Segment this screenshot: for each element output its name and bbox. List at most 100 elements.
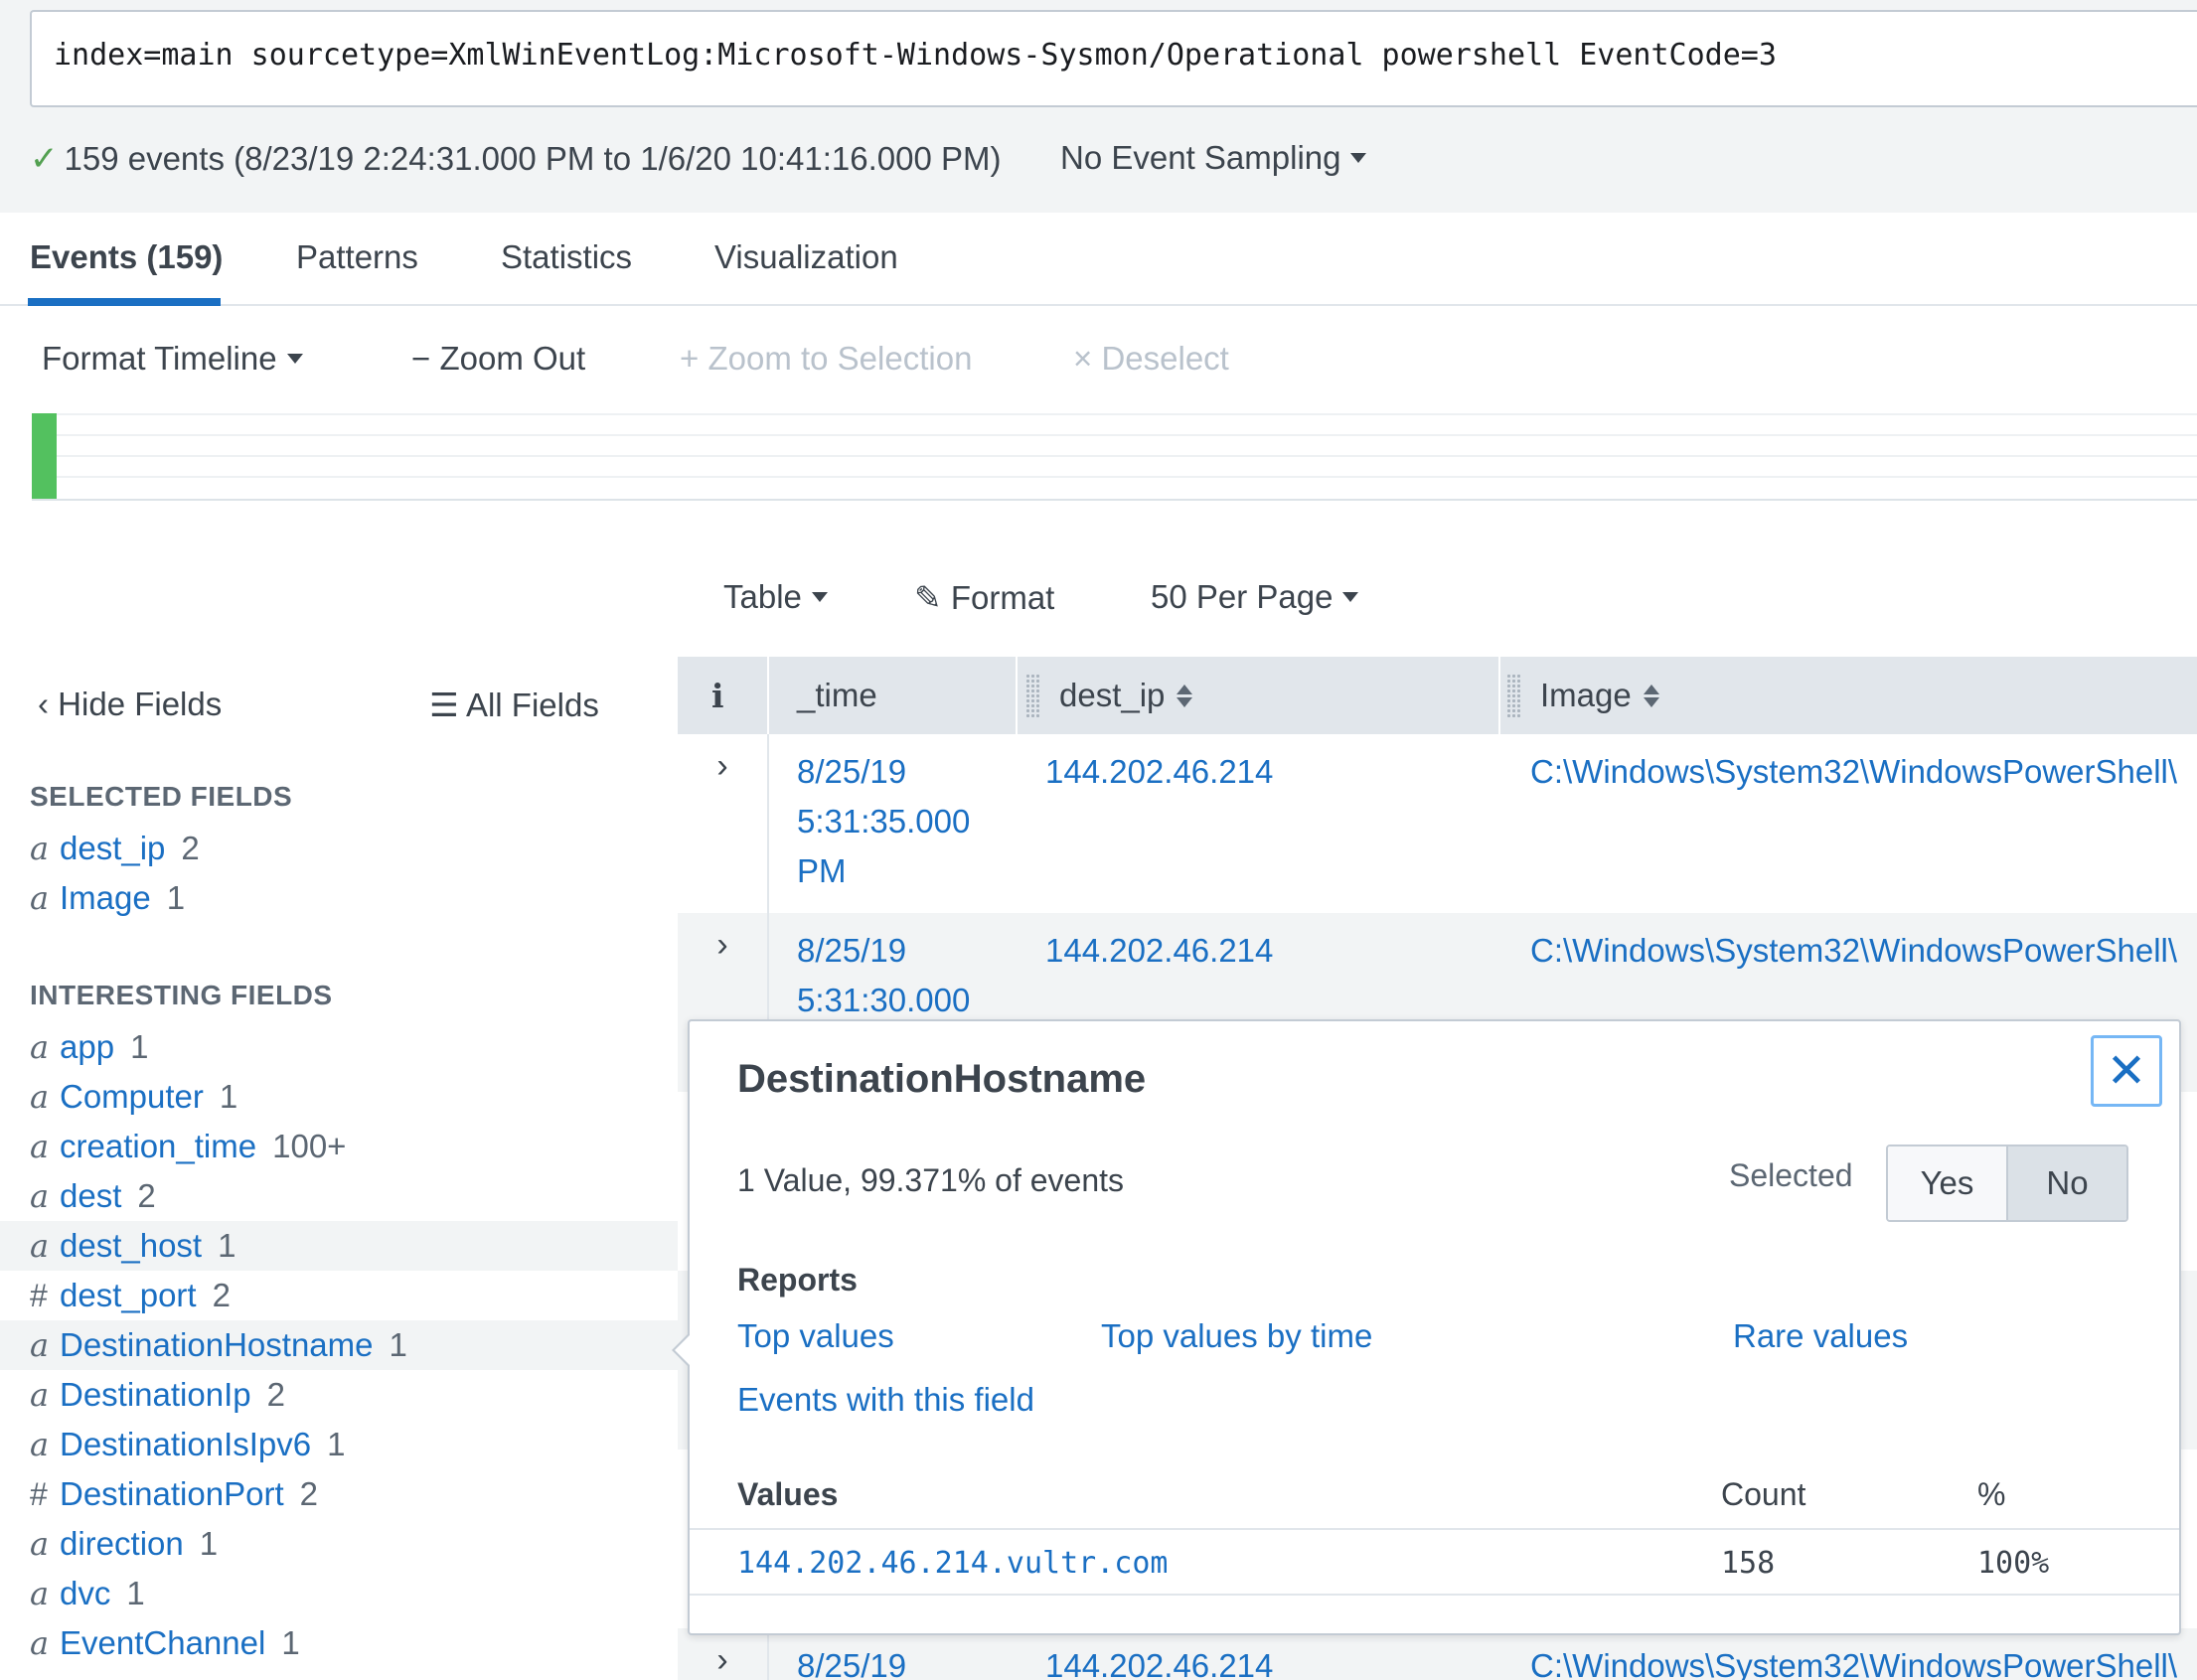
expand-row-icon[interactable]: ›	[707, 747, 737, 786]
format-label: Format	[950, 579, 1055, 616]
string-field-icon: a	[30, 1426, 50, 1463]
field-name[interactable]: app	[60, 1028, 114, 1066]
per-page-dropdown[interactable]: 50 Per Page	[1151, 578, 1359, 616]
field-row[interactable]: a dest 2	[0, 1171, 678, 1221]
field-row[interactable]: a Image 1	[0, 873, 678, 923]
string-field-icon: a	[30, 1128, 50, 1165]
field-count: 1	[126, 1575, 145, 1611]
field-row[interactable]: a dvc 1	[0, 1569, 678, 1618]
column-header-time-label: _time	[797, 677, 877, 713]
selected-yes-button[interactable]: Yes	[1888, 1146, 2006, 1220]
field-name[interactable]: dvc	[60, 1575, 110, 1612]
check-icon: ✓	[30, 140, 59, 178]
field-name[interactable]: direction	[60, 1525, 184, 1563]
row-time[interactable]: 8/25/19 5:31:35.000 PM	[797, 747, 996, 896]
string-field-icon: a	[30, 1326, 50, 1364]
field-row[interactable]: a dest_host 1	[0, 1221, 678, 1271]
field-name[interactable]: Image	[60, 879, 151, 917]
selected-no-button[interactable]: No	[2006, 1146, 2126, 1220]
field-row[interactable]: # dest_port 2	[0, 1271, 678, 1320]
column-divider	[1498, 657, 1500, 734]
chevron-left-icon: ‹	[38, 686, 49, 722]
drag-handle-icon[interactable]	[1506, 674, 1520, 717]
field-name[interactable]: EventChannel	[60, 1624, 265, 1662]
selected-label: Selected	[1729, 1157, 1853, 1193]
top-values-by-time-link[interactable]: Top values by time	[1101, 1317, 1372, 1355]
column-header-dest-ip[interactable]: dest_ip	[1025, 657, 1193, 734]
field-count: 1	[389, 1326, 407, 1363]
field-name[interactable]: Computer	[60, 1078, 204, 1116]
tab-patterns[interactable]: Patterns	[296, 238, 418, 276]
info-column-header: i	[711, 676, 724, 715]
field-name[interactable]: dest_port	[60, 1277, 197, 1314]
field-name[interactable]: dest_ip	[60, 830, 165, 867]
expand-row-icon[interactable]: ›	[707, 926, 737, 965]
sort-icon[interactable]	[1177, 684, 1193, 707]
close-icon[interactable]: ✕	[2091, 1035, 2162, 1107]
timeline-gridline	[32, 434, 2197, 436]
column-header-time[interactable]: _time	[797, 657, 877, 734]
tab-events[interactable]: Events (159)	[30, 238, 223, 276]
field-count: 1	[166, 879, 186, 916]
top-values-link[interactable]: Top values	[737, 1317, 894, 1355]
timeline-bar[interactable]	[32, 413, 57, 499]
format-button[interactable]: ✎ Format	[914, 578, 1054, 617]
tab-statistics[interactable]: Statistics	[501, 238, 632, 276]
value-percent: 100%	[1977, 1546, 2050, 1581]
table-view-label: Table	[723, 578, 802, 615]
row-time[interactable]: 8/25/19	[797, 1641, 906, 1680]
caret-down-icon	[1342, 592, 1359, 603]
field-name[interactable]: DestinationPort	[60, 1475, 284, 1513]
string-field-icon: a	[30, 1575, 50, 1612]
row-dest-ip[interactable]: 144.202.46.214	[1045, 747, 1273, 797]
format-timeline-button[interactable]: Format Timeline	[42, 340, 303, 378]
field-row[interactable]: a dest_ip 2	[0, 824, 678, 873]
field-name[interactable]: DestinationIp	[60, 1376, 251, 1414]
zoom-to-selection-button[interactable]: + Zoom to Selection	[680, 340, 972, 378]
column-header-image[interactable]: Image	[1506, 657, 1659, 734]
field-name[interactable]: dest_host	[60, 1227, 202, 1265]
row-image[interactable]: C:\Windows\System32\WindowsPowerShell\	[1530, 747, 2177, 797]
row-dest-ip[interactable]: 144.202.46.214	[1045, 1641, 1273, 1680]
numeric-field-icon: #	[30, 1475, 48, 1512]
row-image[interactable]: C:\Windows\System32\WindowsPowerShell\	[1530, 1641, 2177, 1680]
events-summary: 159 events (8/23/19 2:24:31.000 PM to 1/…	[64, 140, 1002, 177]
events-with-field-link[interactable]: Events with this field	[737, 1381, 1034, 1419]
popover-arrow-inner	[675, 1334, 691, 1366]
sort-icon[interactable]	[1643, 684, 1659, 707]
field-row[interactable]: a DestinationHostname 1	[0, 1320, 678, 1370]
field-row[interactable]: # DestinationPort 2	[0, 1469, 678, 1519]
field-name[interactable]: DestinationHostname	[60, 1326, 374, 1364]
field-row[interactable]: a Computer 1	[0, 1072, 678, 1122]
tab-visualization[interactable]: Visualization	[714, 238, 898, 276]
field-row[interactable]: a app 1	[0, 1022, 678, 1072]
rare-values-link[interactable]: Rare values	[1733, 1317, 1908, 1355]
row-image[interactable]: C:\Windows\System32\WindowsPowerShell\	[1530, 926, 2177, 976]
deselect-button[interactable]: × Deselect	[1073, 340, 1229, 378]
row-time[interactable]: 8/25/19 5:31:30.000	[797, 926, 996, 1025]
hide-fields-button[interactable]: ‹ Hide Fields	[38, 686, 222, 723]
field-name[interactable]: dest	[60, 1177, 121, 1215]
event-sampling-dropdown[interactable]: No Event Sampling	[1060, 139, 1367, 177]
field-name[interactable]: creation_time	[60, 1128, 256, 1165]
column-divider	[767, 657, 769, 734]
reports-title: Reports	[737, 1262, 858, 1298]
table-view-dropdown[interactable]: Table	[723, 578, 828, 616]
field-row[interactable]: a creation_time 100+	[0, 1122, 678, 1171]
expand-row-icon[interactable]: ›	[707, 1641, 737, 1680]
search-query-text[interactable]: index=main sourcetype=XmlWinEventLog:Mic…	[54, 38, 1777, 73]
field-row[interactable]: a DestinationIp 2	[0, 1370, 678, 1420]
field-count: 2	[266, 1376, 285, 1413]
row-dest-ip[interactable]: 144.202.46.214	[1045, 926, 1273, 976]
drag-handle-icon[interactable]	[1025, 674, 1039, 717]
string-field-icon: a	[30, 1227, 50, 1265]
popover-title: DestinationHostname	[737, 1057, 1147, 1101]
string-field-icon: a	[30, 879, 50, 917]
field-row[interactable]: a EventChannel 1	[0, 1618, 678, 1668]
field-row[interactable]: a direction 1	[0, 1519, 678, 1569]
all-fields-button[interactable]: ☰ All Fields	[429, 686, 599, 724]
value-link[interactable]: 144.202.46.214.vultr.com	[737, 1546, 1168, 1581]
field-row[interactable]: a DestinationIsIpv6 1	[0, 1420, 678, 1469]
zoom-out-button[interactable]: − Zoom Out	[411, 340, 585, 378]
field-name[interactable]: DestinationIsIpv6	[60, 1426, 311, 1463]
